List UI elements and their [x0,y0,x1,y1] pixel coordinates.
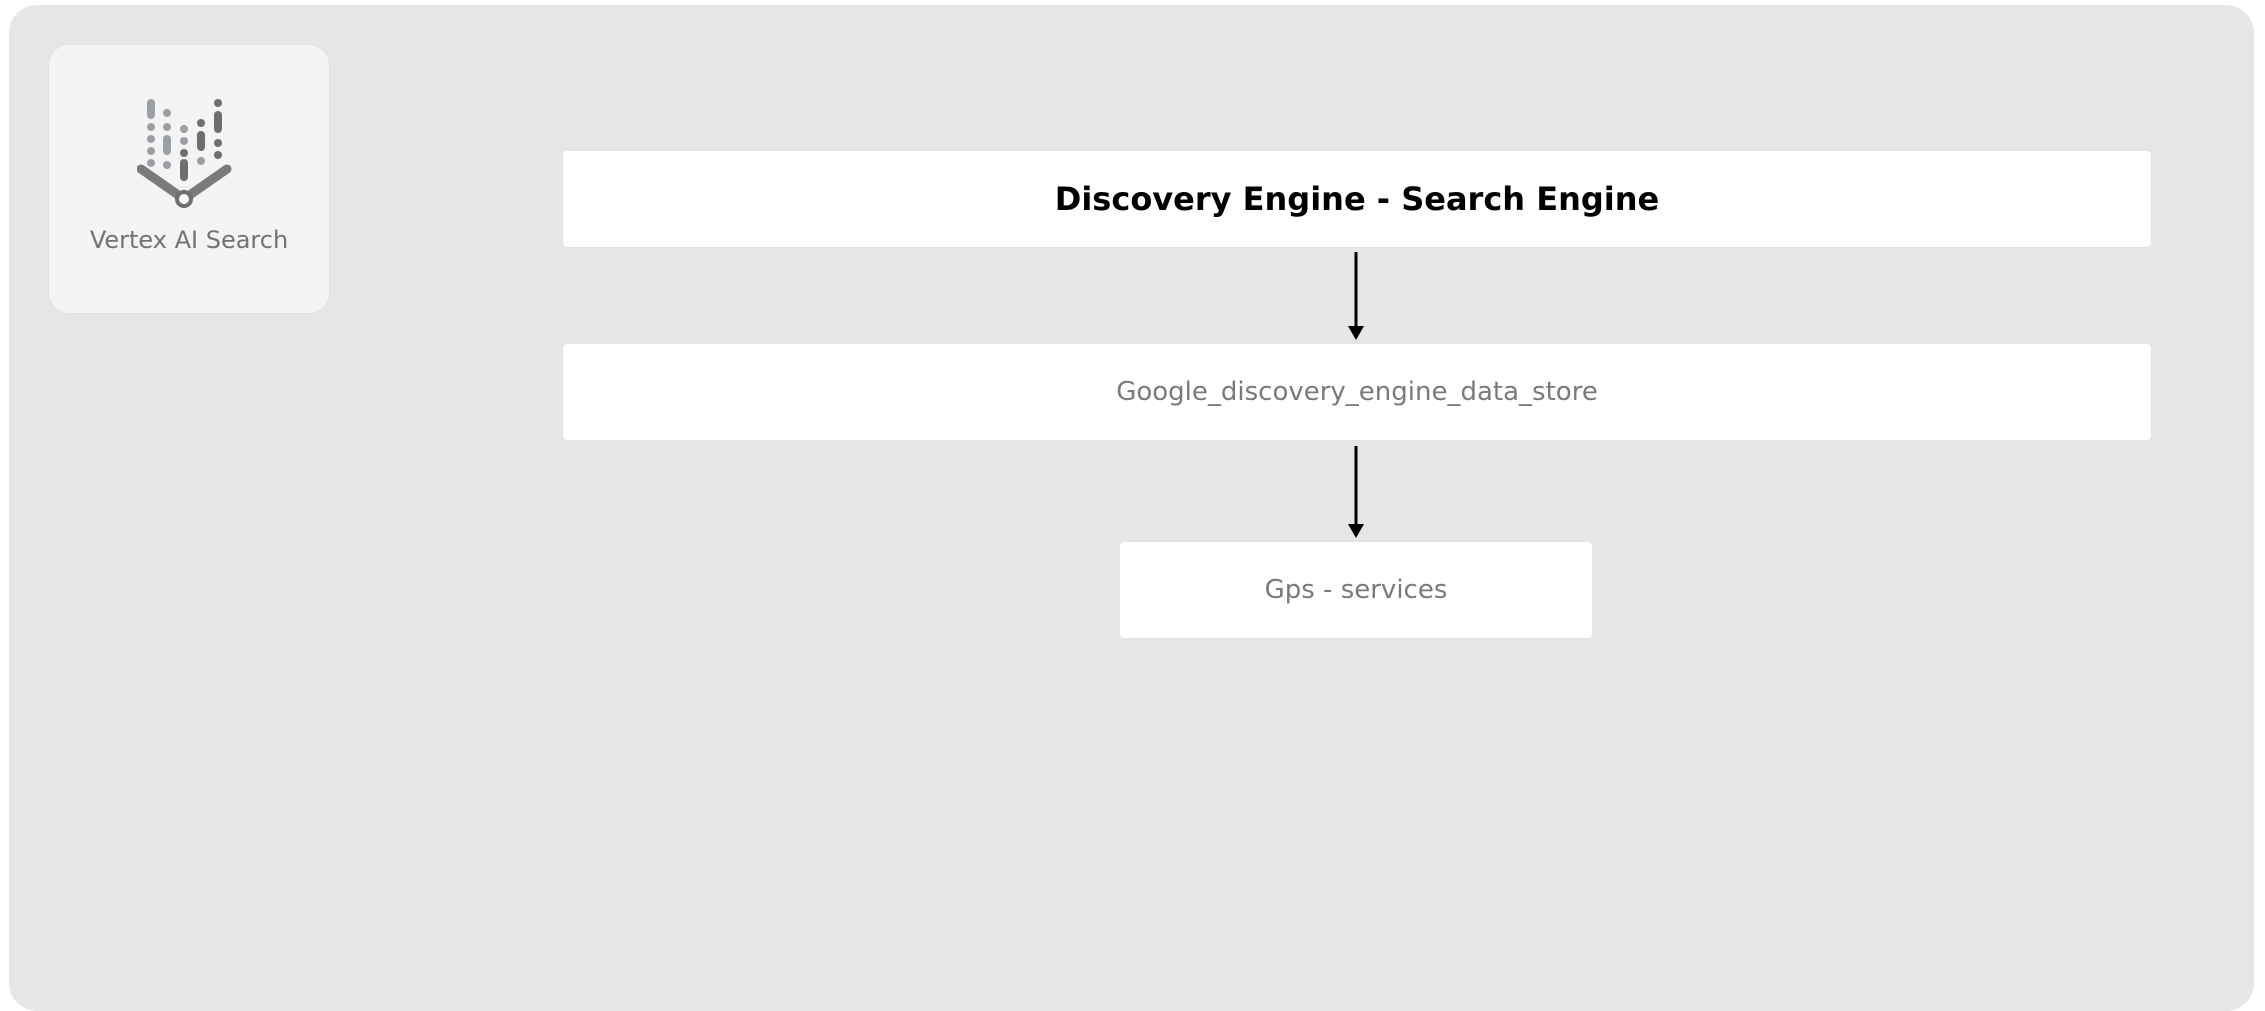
service-label: Vertex AI Search [89,226,289,254]
vertex-ai-search-icon [137,99,232,208]
gps-services-node[interactable]: Gps - services [1120,542,1592,638]
data-store-node[interactable]: Google_discovery_engine_data_store [563,344,2151,440]
search-engine-node[interactable]: Discovery Engine - Search Engine [563,151,2151,247]
data-store-label: Google_discovery_engine_data_store [1116,377,1598,407]
gps-services-label: Gps - services [1264,575,1448,605]
service-card[interactable]: Vertex AI Search [49,45,329,313]
search-engine-label: Discovery Engine - Search Engine [1054,180,1660,218]
